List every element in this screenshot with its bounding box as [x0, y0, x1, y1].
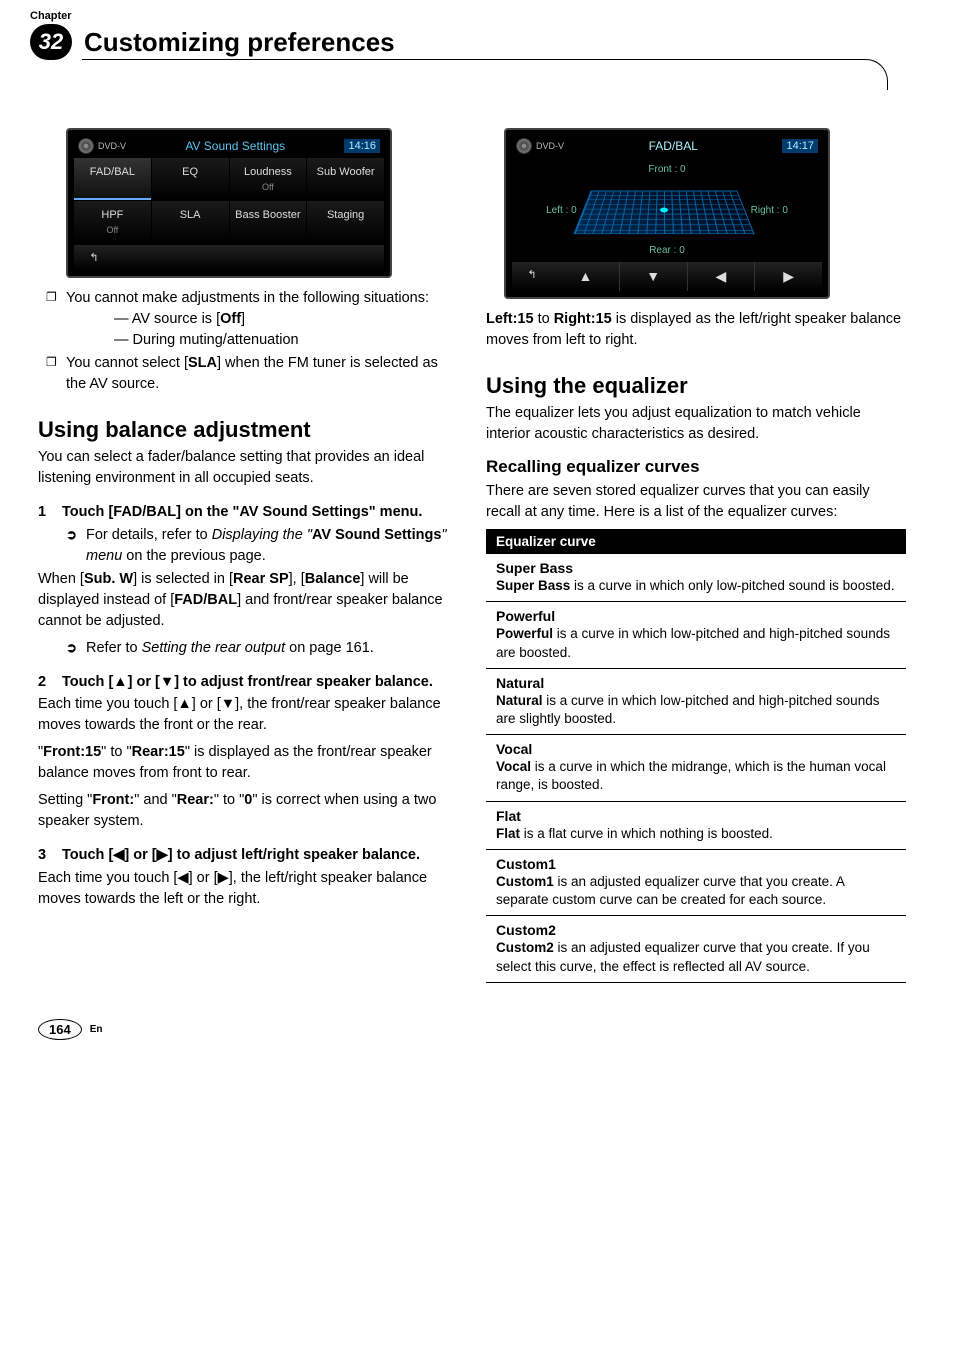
curve-name: Vocal — [496, 741, 896, 757]
curve-desc: Vocal is a curve in which the midrange, … — [496, 758, 896, 794]
source-label: DVD-V — [98, 141, 126, 151]
menu-bassbooster[interactable]: Bass Booster — [230, 201, 307, 243]
source-label: DVD-V — [536, 141, 564, 151]
curve-desc: Natural is a curve in which low-pitched … — [496, 692, 896, 728]
chapter-label: Chapter — [30, 10, 906, 22]
curve-desc: Custom1 is an adjusted equalizer curve t… — [496, 873, 896, 909]
subsection-recalling: Recalling equalizer curves — [486, 457, 906, 477]
left-value: Left : 0 — [546, 205, 577, 216]
right-value: Right : 0 — [751, 205, 788, 216]
note-subitem: AV source is [Off] — [114, 309, 458, 330]
curve-desc: Super Bass is a curve in which only low-… — [496, 577, 896, 595]
curve-desc: Powerful is a curve in which low-pitched… — [496, 625, 896, 661]
menu-hpf[interactable]: HPFOff — [74, 201, 151, 243]
table-header: Equalizer curve — [486, 529, 906, 554]
body-text: You can select a fader/balance setting t… — [38, 447, 458, 489]
curve-desc: Custom2 is an adjusted equalizer curve t… — [496, 939, 896, 975]
disc-icon — [516, 138, 532, 154]
note-item: You cannot make adjustments in the follo… — [38, 288, 458, 351]
left-button[interactable]: ◀ — [687, 262, 755, 291]
menu-sla[interactable]: SLA — [152, 201, 229, 243]
right-button[interactable]: ▶ — [754, 262, 822, 291]
note-subitem: During muting/attenuation — [114, 330, 458, 351]
av-sound-settings-screenshot: DVD-V AV Sound Settings 14:16 FAD/BAL EQ… — [66, 128, 392, 278]
table-row: Super BassSuper Bass is a curve in which… — [486, 554, 906, 602]
body-text: Setting "Front:" and "Rear:" to "0" is c… — [38, 790, 458, 832]
curve-name: Super Bass — [496, 560, 896, 576]
body-text: When [Sub. W] is selected in [Rear SP], … — [38, 569, 458, 632]
table-row: Custom2Custom2 is an adjusted equalizer … — [486, 916, 906, 982]
clock: 14:16 — [344, 139, 380, 153]
balance-dot-icon — [660, 208, 668, 213]
language-label: En — [90, 1024, 103, 1035]
curve-name: Natural — [496, 675, 896, 691]
reference: For details, refer to Displaying the "AV… — [38, 525, 458, 567]
rear-value: Rear : 0 — [512, 245, 822, 256]
up-button[interactable]: ▲ — [552, 262, 619, 291]
menu-loudness[interactable]: LoudnessOff — [230, 158, 307, 200]
front-value: Front : 0 — [512, 164, 822, 175]
curve-name: Powerful — [496, 608, 896, 624]
table-row: Custom1Custom1 is an adjusted equalizer … — [486, 850, 906, 916]
chapter-title: Customizing preferences — [84, 27, 395, 58]
menu-staging[interactable]: Staging — [307, 201, 384, 243]
balance-grid — [573, 191, 754, 235]
page-number: 164 — [38, 1019, 82, 1040]
table-row: PowerfulPowerful is a curve in which low… — [486, 602, 906, 668]
menu-eq[interactable]: EQ — [152, 158, 229, 200]
reference: Refer to Setting the rear output on page… — [38, 638, 458, 659]
step-2: 2Touch [▲] or [▼] to adjust front/rear s… — [38, 673, 458, 693]
section-balance: Using balance adjustment — [38, 417, 458, 443]
note-item: You cannot select [SLA] when the FM tune… — [38, 353, 458, 395]
fadbal-screenshot: DVD-V FAD/BAL 14:17 Front : 0 Left : 0 R… — [504, 128, 830, 299]
clock: 14:17 — [782, 139, 818, 153]
table-row: NaturalNatural is a curve in which low-p… — [486, 669, 906, 735]
table-row: VocalVocal is a curve in which the midra… — [486, 735, 906, 801]
curve-name: Flat — [496, 808, 896, 824]
body-text: There are seven stored equalizer curves … — [486, 481, 906, 523]
back-button[interactable]: ↰ — [74, 245, 114, 270]
chapter-number: 32 — [30, 24, 72, 60]
menu-subwoofer[interactable]: Sub Woofer — [307, 158, 384, 200]
section-equalizer: Using the equalizer — [486, 373, 906, 399]
step-3: 3Touch [◀] or [▶] to adjust left/right s… — [38, 846, 458, 866]
body-text: The equalizer lets you adjust equalizati… — [486, 403, 906, 445]
disc-icon — [78, 138, 94, 154]
step-1: 1Touch [FAD/BAL] on the "AV Sound Settin… — [38, 503, 458, 523]
screen-title: AV Sound Settings — [185, 139, 285, 153]
body-text: Left:15 to Right:15 is displayed as the … — [486, 309, 906, 351]
curve-desc: Flat is a flat curve in which nothing is… — [496, 825, 896, 843]
screen-title: FAD/BAL — [649, 139, 698, 153]
down-button[interactable]: ▼ — [619, 262, 687, 291]
menu-fadbal[interactable]: FAD/BAL — [74, 158, 151, 200]
curve-name: Custom1 — [496, 856, 896, 872]
body-text: Each time you touch [▲] or [▼], the fron… — [38, 694, 458, 736]
body-text: "Front:15" to "Rear:15" is displayed as … — [38, 742, 458, 784]
back-button[interactable]: ↰ — [512, 262, 552, 291]
body-text: Each time you touch [◀] or [▶], the left… — [38, 868, 458, 910]
table-row: FlatFlat is a flat curve in which nothin… — [486, 802, 906, 850]
curve-name: Custom2 — [496, 922, 896, 938]
